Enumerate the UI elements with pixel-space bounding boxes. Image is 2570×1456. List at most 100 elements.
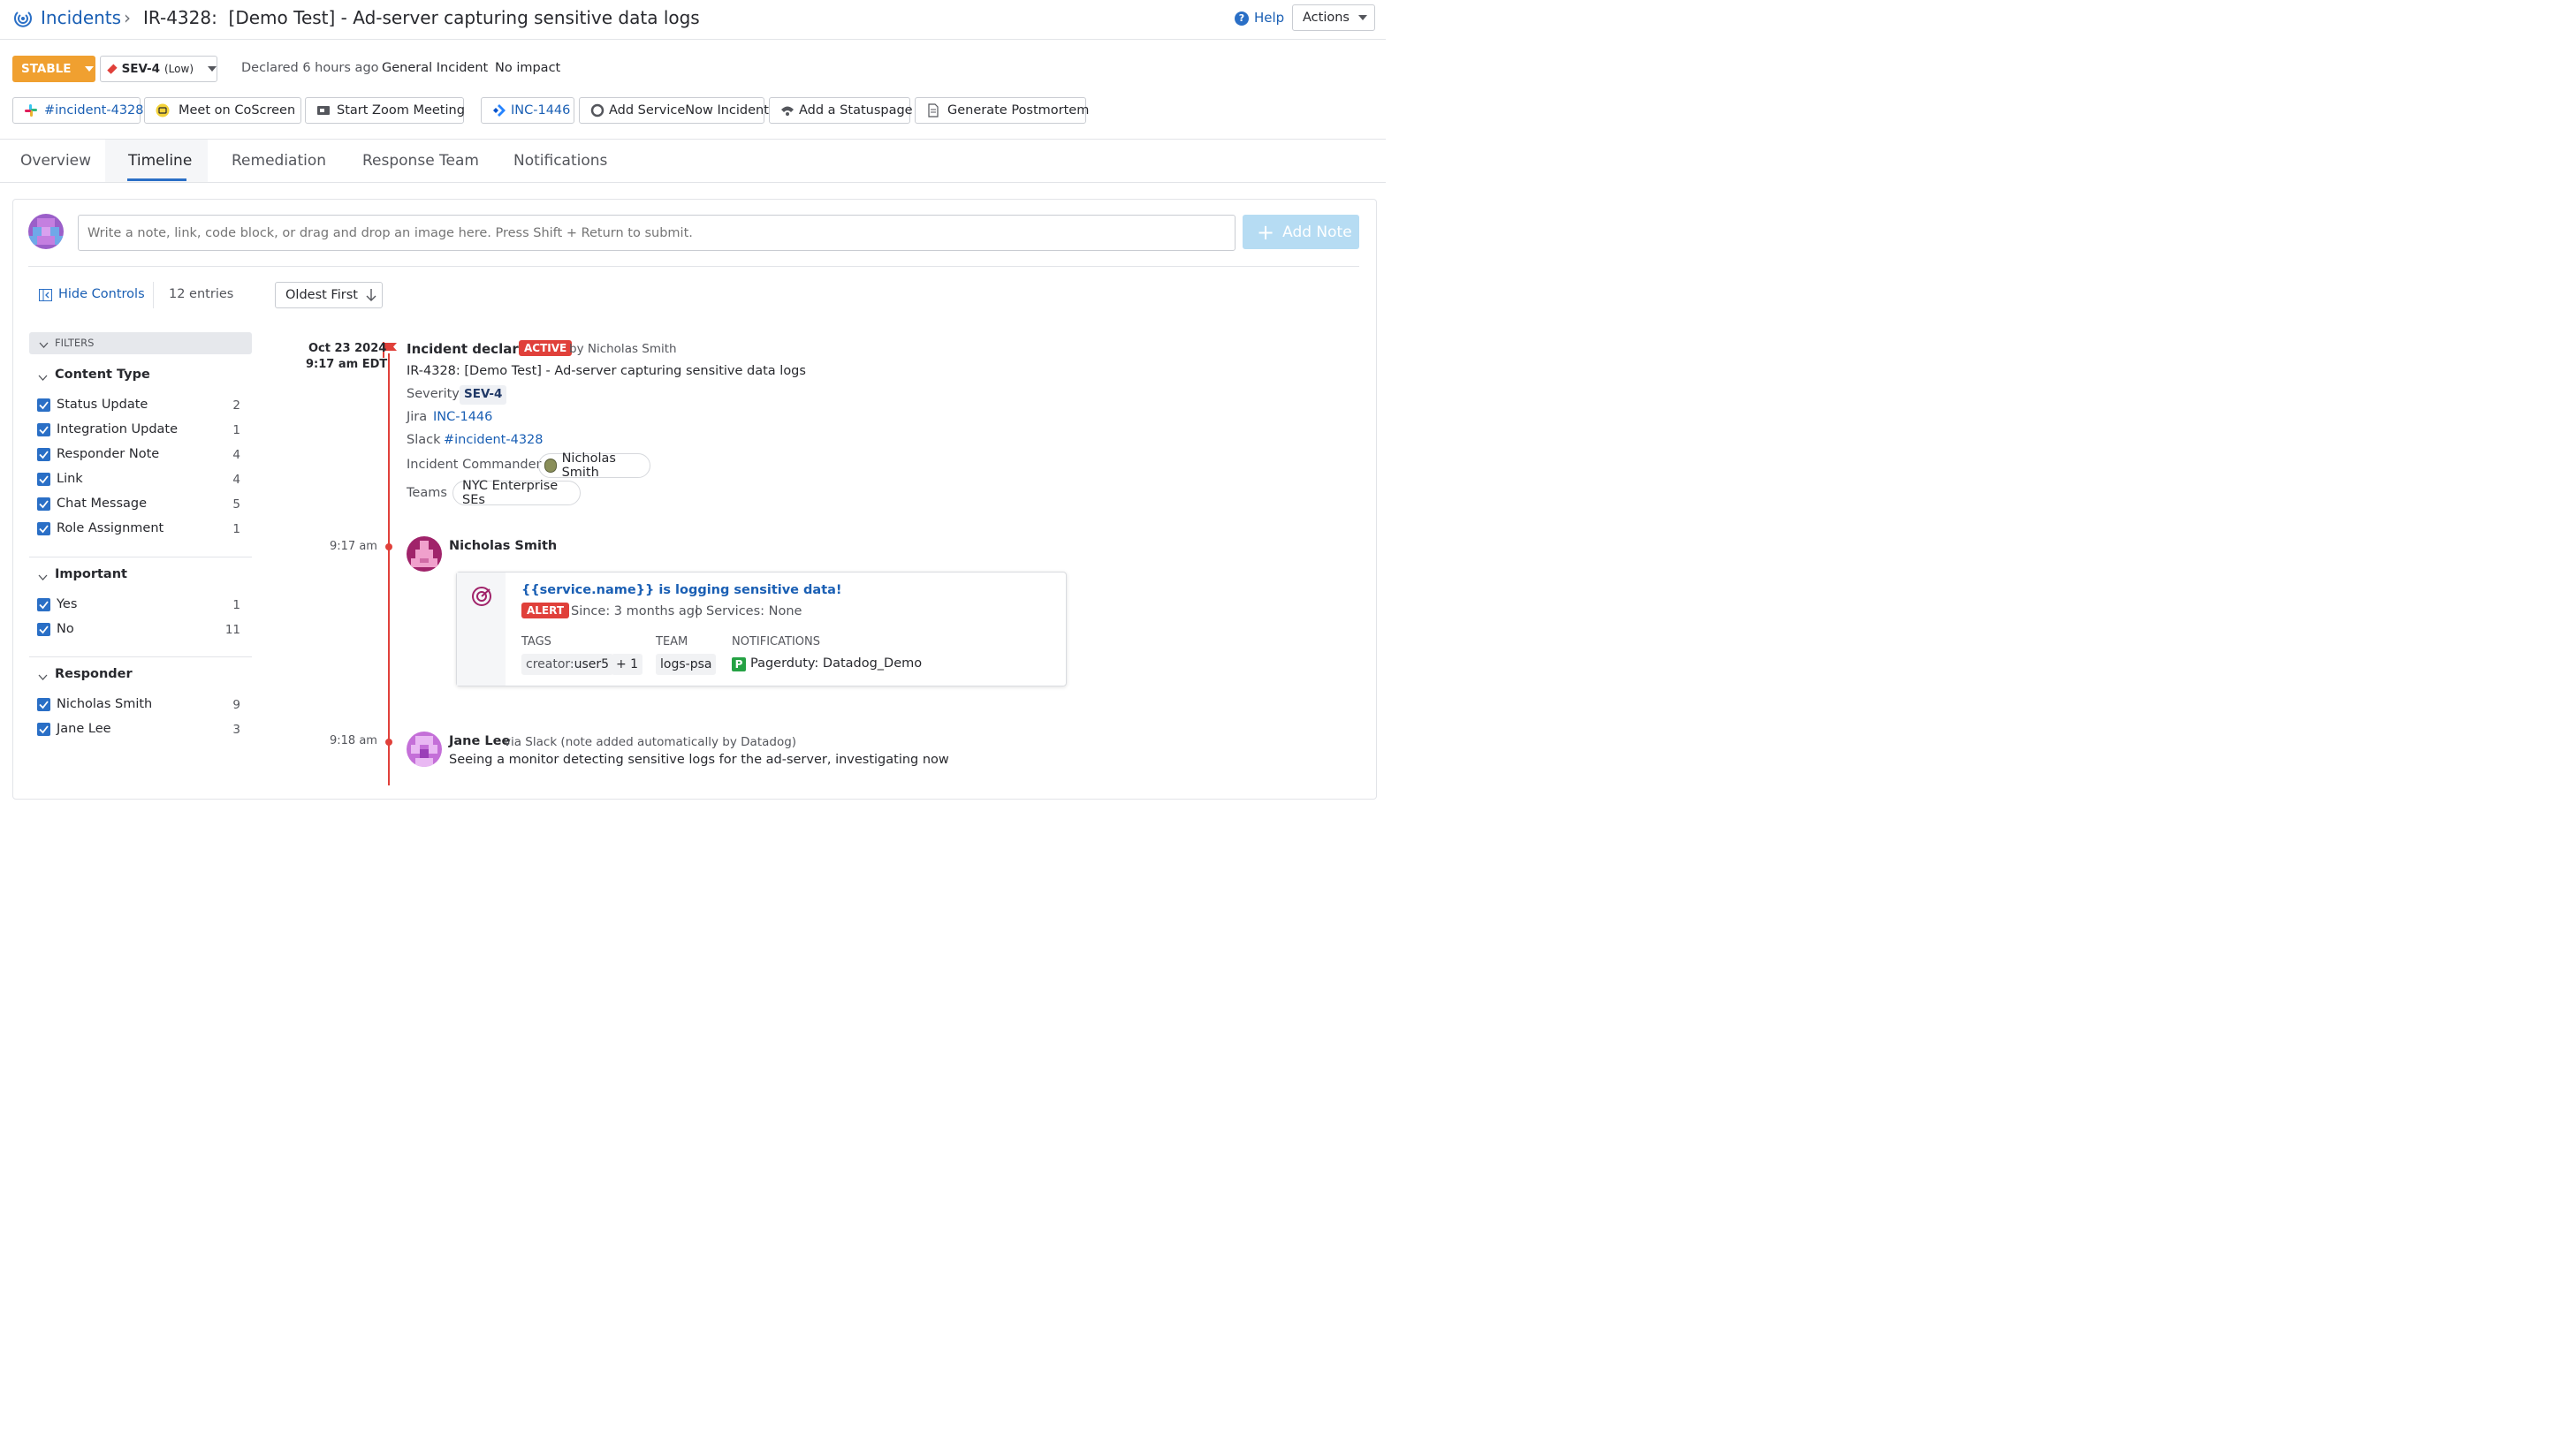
filter-group-responder[interactable]: Responder (55, 667, 133, 681)
monitor-services: Services: None (706, 604, 802, 618)
filter-count: 2 (232, 398, 240, 413)
checkbox-integration-update[interactable] (37, 423, 50, 436)
jira-label: INC-1446 (511, 103, 571, 118)
team-pill[interactable]: NYC Enterprise SEs (452, 479, 581, 507)
severity-dropdown[interactable]: SEV-4 (Low) (100, 56, 217, 82)
chevron-down-icon[interactable] (38, 371, 48, 381)
team-value: logs-psa (660, 657, 712, 671)
filter-label: Responder Note (57, 447, 160, 461)
notifications-label: NOTIFICATIONS (732, 635, 820, 648)
chevron-down-icon[interactable] (38, 571, 48, 580)
incidents-logo-icon[interactable] (12, 8, 34, 29)
caret-down-icon (208, 66, 217, 72)
postmortem-button[interactable]: Generate Postmortem (915, 97, 1089, 124)
breadcrumb-separator: › (124, 7, 131, 28)
add-note-button[interactable]: + Add Note (1243, 215, 1359, 249)
zoom-button[interactable]: Start Zoom Meeting (305, 97, 465, 124)
servicenow-icon (590, 103, 604, 118)
status-dropdown[interactable]: STABLE (12, 56, 95, 82)
jira-button[interactable]: INC-1446 (481, 97, 574, 124)
tags-label: TAGS (521, 635, 551, 648)
filter-divider (29, 656, 252, 657)
timeline-line (388, 353, 390, 785)
avatar (407, 732, 442, 767)
filters-title: FILTERS (55, 337, 95, 349)
timeline-dot (385, 543, 392, 550)
monitor-icon (471, 586, 492, 607)
tag-chip[interactable]: creator: user5 (521, 654, 614, 675)
statuspage-button[interactable]: Add a Statuspage (769, 97, 913, 124)
servicenow-button[interactable]: Add ServiceNow Incident (579, 97, 769, 124)
commander-pill[interactable]: Nicholas Smith (538, 451, 650, 480)
entry-time: 9:18 am (330, 734, 377, 747)
checkbox-important-no[interactable] (37, 623, 50, 636)
entry-date: Oct 23 2024 (308, 342, 387, 355)
document-icon (926, 103, 940, 118)
filter-group-content-type[interactable]: Content Type (55, 368, 150, 382)
controls-separator (153, 282, 154, 308)
statuspage-label: Add a Statuspage (799, 103, 913, 118)
pagerduty-icon: P (732, 657, 746, 671)
entry-message: Seeing a monitor detecting sensitive log… (449, 753, 949, 767)
team-chip[interactable]: logs-psa (656, 654, 717, 675)
entry-author: Nicholas Smith (449, 539, 558, 553)
commander-name: Nicholas Smith (561, 451, 616, 480)
checkbox-important-yes[interactable] (37, 598, 50, 611)
severity-diamond-icon (107, 64, 118, 74)
zoom-icon (316, 103, 331, 118)
coscreen-button[interactable]: Meet on CoScreen (144, 97, 301, 124)
status-label: STABLE (21, 62, 72, 76)
breadcrumb-incidents-link[interactable]: Incidents (41, 7, 121, 28)
slack-link[interactable]: #incident-4328 (444, 433, 544, 447)
filter-label: Nicholas Smith (57, 697, 153, 711)
filter-count: 3 (232, 723, 240, 737)
filter-group-important[interactable]: Important (55, 567, 127, 581)
jira-link[interactable]: INC-1446 (433, 410, 492, 424)
team-label: TEAM (656, 635, 688, 648)
checkbox-status-update[interactable] (37, 398, 50, 412)
jira-label: Jira (407, 410, 428, 424)
filter-count: 5 (232, 497, 240, 512)
hide-controls-link[interactable]: Hide Controls (58, 287, 145, 301)
checkbox-responder-note[interactable] (37, 448, 50, 461)
filter-label: Link (57, 472, 83, 486)
coscreen-icon (156, 103, 170, 118)
note-input[interactable] (78, 215, 1236, 251)
filter-count: 4 (232, 473, 240, 487)
entry-title: Incident declared (407, 341, 537, 357)
arrow-down-icon (365, 288, 377, 302)
help-link[interactable]: Help (1254, 10, 1284, 26)
sort-order-button[interactable]: Oldest First (275, 282, 383, 308)
checkbox-responder-nicholas[interactable] (37, 698, 50, 711)
severity-level: (Low) (164, 63, 194, 75)
entry-author: Jane Lee (449, 734, 511, 748)
composer-divider (28, 266, 1359, 267)
timeline-dot (385, 739, 392, 746)
filters-header[interactable]: FILTERS (29, 332, 252, 354)
coscreen-label: Meet on CoScreen (179, 103, 296, 118)
declared-time: Declared 6 hours ago (241, 61, 379, 75)
checkbox-responder-jane[interactable] (37, 723, 50, 736)
monitor-separator: | (695, 604, 699, 618)
checkbox-chat-message[interactable] (37, 497, 50, 511)
caret-down-icon (1357, 15, 1367, 20)
tabs-divider-bottom (0, 182, 1386, 183)
slack-channel-button[interactable]: #incident-4328 (12, 97, 144, 124)
tag-more-chip[interactable]: + 1 (612, 654, 643, 675)
avatar (544, 459, 557, 473)
checkbox-link[interactable] (37, 473, 50, 486)
filter-label: Jane Lee (57, 722, 111, 736)
help-icon[interactable]: ? (1235, 11, 1249, 26)
actions-button[interactable]: Actions (1292, 4, 1375, 31)
status-badge: ACTIVE (519, 340, 573, 356)
checkbox-role-assignment[interactable] (37, 522, 50, 535)
tag-value: user5 (574, 657, 610, 671)
entries-count: 12 entries (169, 287, 234, 301)
caret-down-icon (85, 66, 95, 72)
monitor-title-link[interactable]: {{service.name}} is logging sensitive da… (521, 583, 842, 597)
hide-controls-icon[interactable] (39, 289, 52, 301)
notification-target: Pagerduty: Datadog_Demo (750, 656, 923, 671)
incident-impact: No impact (495, 61, 561, 75)
chevron-down-icon[interactable] (38, 671, 48, 680)
sort-order-label: Oldest First (285, 288, 358, 302)
